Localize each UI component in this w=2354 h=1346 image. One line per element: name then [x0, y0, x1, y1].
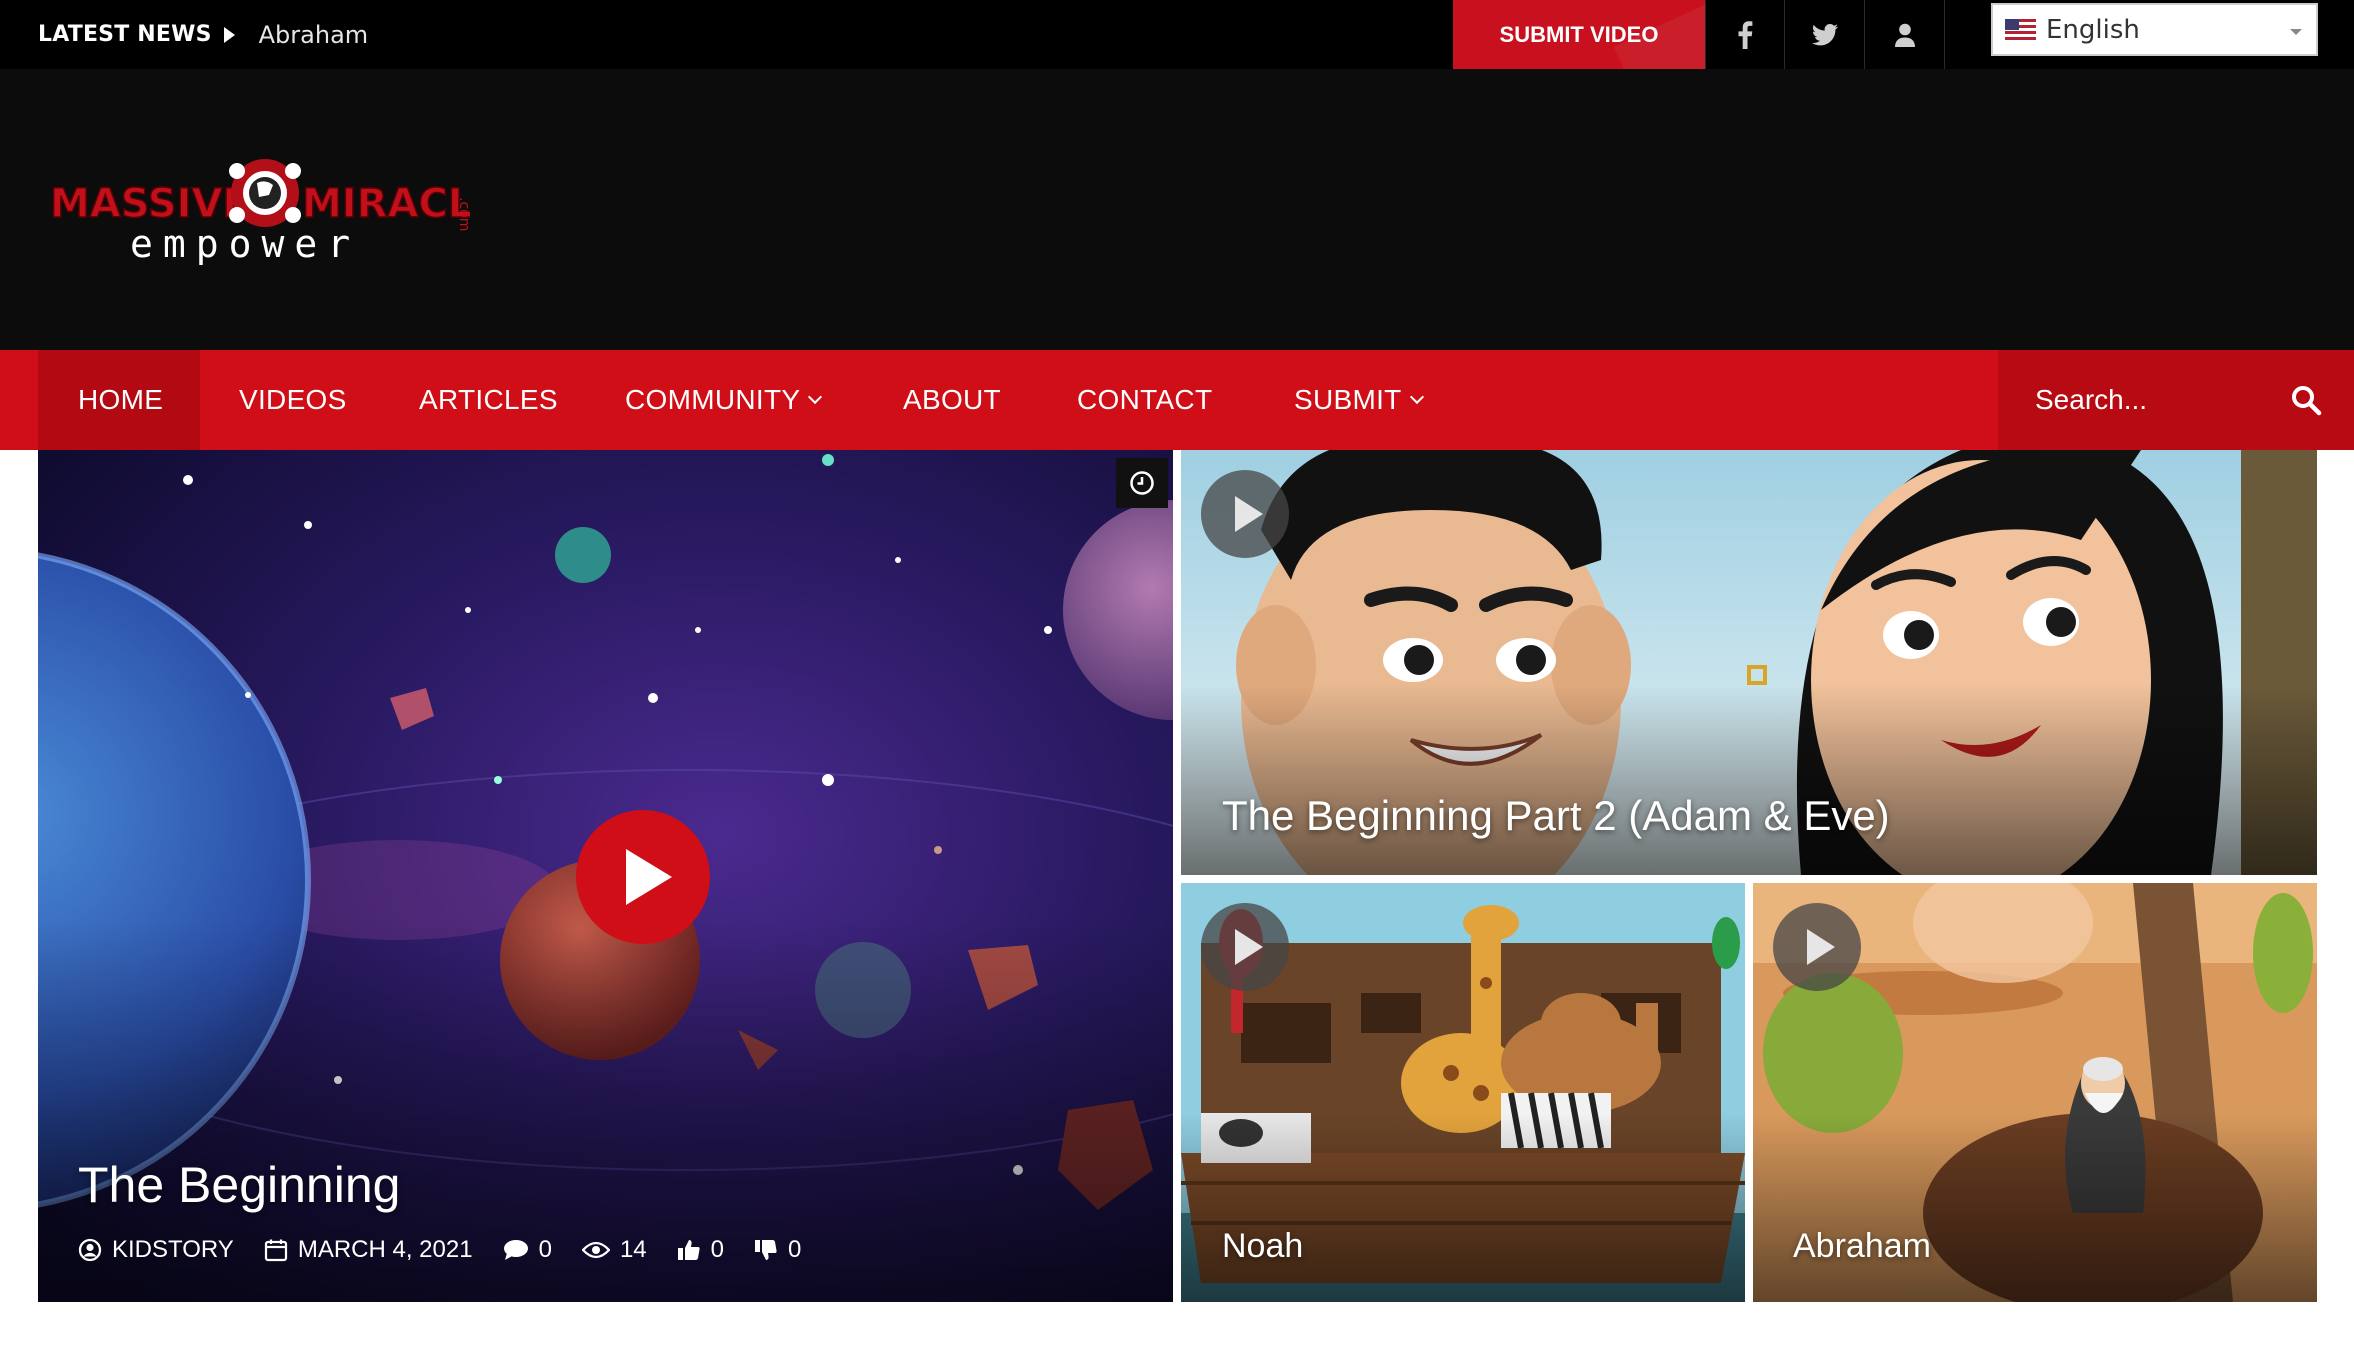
watch-later-button[interactable]	[1116, 458, 1168, 508]
nav-submit-label: SUBMIT	[1294, 384, 1402, 415]
latest-news: LATEST NEWS Abraham	[38, 0, 368, 69]
tile-title[interactable]: Noah	[1222, 1227, 1303, 1266]
latest-news-label: LATEST NEWS	[38, 22, 212, 47]
thumbs-up-icon	[677, 1240, 700, 1260]
tile-title[interactable]: Abraham	[1793, 1227, 1931, 1266]
tile-title[interactable]: The Beginning Part 2 (Adam & Eve)	[1222, 792, 1890, 840]
caret-down-icon	[2290, 29, 2302, 35]
nav-submit[interactable]: SUBMIT	[1294, 350, 1424, 450]
search-icon[interactable]	[2290, 384, 2322, 416]
comment-count: 0	[538, 1236, 552, 1263]
thumbs-down-icon	[755, 1240, 777, 1260]
featured-title[interactable]: The Beginning	[78, 1156, 400, 1214]
featured-meta: KIDSTORY MARCH 4, 2021 0 14 0 0	[78, 1236, 831, 1264]
search-input[interactable]	[2035, 380, 2275, 420]
calendar-icon	[264, 1239, 287, 1262]
nav-community[interactable]: COMMUNITY	[625, 350, 823, 450]
facebook-icon	[1738, 20, 1753, 49]
view-count: 14	[619, 1236, 647, 1263]
meta-likes[interactable]: 0	[677, 1236, 724, 1264]
latest-news-link[interactable]: Abraham	[259, 21, 369, 49]
play-button-icon[interactable]	[1773, 903, 1861, 991]
author-name: KIDSTORY	[112, 1236, 234, 1263]
meta-date: MARCH 4, 2021	[264, 1236, 473, 1264]
play-button-icon[interactable]	[576, 810, 710, 944]
play-button-icon[interactable]	[1201, 470, 1289, 558]
nav-articles[interactable]: ARTICLES	[419, 350, 558, 450]
nav-about[interactable]: ABOUT	[903, 350, 1001, 450]
chevron-down-icon	[808, 389, 823, 405]
title-gradient	[1753, 1113, 2317, 1302]
comment-icon	[503, 1240, 528, 1260]
nav-community-label: COMMUNITY	[625, 384, 801, 415]
meta-views: 14	[581, 1236, 647, 1264]
like-count: 0	[710, 1236, 724, 1263]
nav-videos[interactable]: VIDEOS	[239, 350, 347, 450]
video-tile-adam-eve[interactable]: The Beginning Part 2 (Adam & Eve)	[1181, 450, 2317, 875]
site-logo[interactable]: MASSIVE MIRACLE .com empower	[49, 157, 501, 267]
language-label: English	[2046, 14, 2140, 45]
user-icon	[1894, 23, 1915, 47]
twitter-link[interactable]	[1785, 0, 1865, 69]
top-bar: LATEST NEWS Abraham SUBMIT VIDEO English	[0, 0, 2354, 69]
video-tile-abraham[interactable]: Abraham	[1753, 883, 2317, 1302]
video-tile-noah[interactable]: Noah	[1181, 883, 1745, 1302]
featured-video-tile[interactable]: The Beginning	[38, 450, 1173, 1302]
eye-icon	[581, 1241, 610, 1259]
meta-comments[interactable]: 0	[503, 1236, 552, 1264]
chevron-down-icon	[1409, 389, 1424, 405]
title-gradient	[1181, 683, 2317, 875]
nav-home[interactable]: HOME	[38, 350, 200, 450]
meta-author[interactable]: KIDSTORY	[78, 1236, 234, 1264]
meta-dislikes[interactable]: 0	[754, 1236, 801, 1264]
nav-search	[1998, 350, 2354, 450]
publish-date: MARCH 4, 2021	[297, 1236, 473, 1263]
twitter-icon	[1811, 23, 1838, 45]
svg-text:.com: .com	[456, 197, 470, 231]
us-flag-icon	[2005, 19, 2036, 40]
facebook-link[interactable]	[1705, 0, 1785, 69]
svg-text:empower: empower	[130, 222, 360, 266]
title-gradient	[1181, 1113, 1745, 1302]
user-account-link[interactable]	[1865, 0, 1945, 69]
clock-icon	[1130, 471, 1154, 495]
site-header: MASSIVE MIRACLE .com empower	[0, 69, 2354, 350]
submit-video-button[interactable]: SUBMIT VIDEO	[1453, 0, 1705, 69]
user-circle-icon	[78, 1238, 102, 1262]
play-arrow-icon	[223, 26, 235, 43]
language-select[interactable]: English	[1991, 3, 2318, 56]
play-button-icon[interactable]	[1201, 903, 1289, 991]
logo-graphic: MASSIVE MIRACLE .com empower	[49, 159, 501, 266]
dislike-count: 0	[788, 1236, 802, 1263]
svg-text:MASSIVE: MASSIVE	[50, 181, 250, 227]
svg-text:MIRACLE: MIRACLE	[302, 181, 470, 227]
globe-hands-emblem	[229, 159, 301, 227]
nav-contact[interactable]: CONTACT	[1077, 350, 1212, 450]
